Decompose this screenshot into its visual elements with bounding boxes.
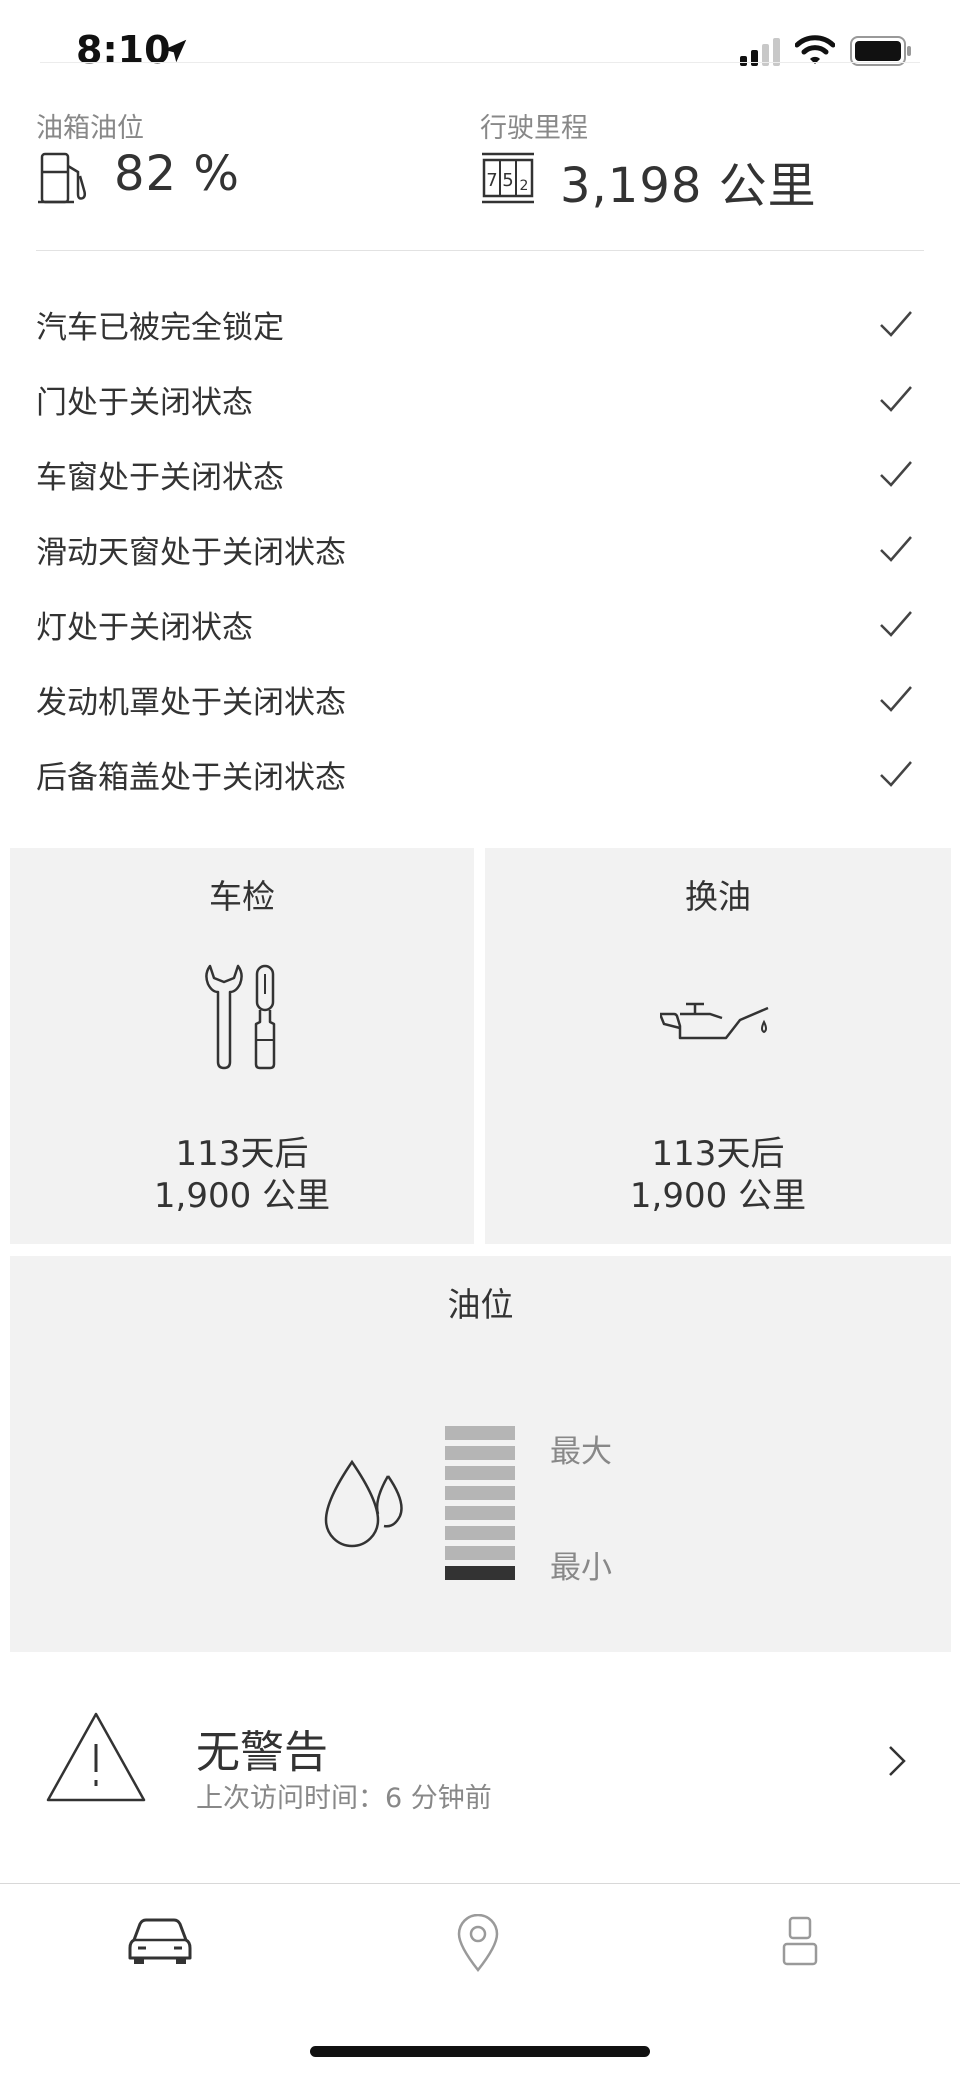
- warning-title: 无警告: [196, 1727, 328, 1778]
- chevron-right-icon: [889, 1746, 906, 1776]
- gauge-segment: [445, 1546, 515, 1560]
- status-item-doors: 门处于关闭状态: [36, 363, 924, 438]
- oil-min-label: 最小: [550, 1550, 612, 1586]
- status-text: 灯处于关闭状态: [36, 610, 253, 646]
- status-item-lights: 灯处于关闭状态: [36, 588, 924, 663]
- checkmark-icon: [880, 386, 912, 412]
- svg-text:7: 7: [486, 170, 497, 191]
- wrench-screwdriver-icon: [205, 964, 276, 1070]
- status-time: 8:10: [76, 28, 171, 72]
- mileage-label: 行驶里程: [480, 113, 588, 144]
- status-bar: 8:10: [0, 0, 960, 100]
- fuel-level-label: 油箱油位: [36, 113, 144, 144]
- status-text: 门处于关闭状态: [36, 385, 253, 421]
- svg-text:5: 5: [502, 170, 513, 191]
- svg-text:2: 2: [520, 178, 529, 194]
- oil-can-icon: [660, 1002, 769, 1040]
- status-item-sunroof: 滑动天窗处于关闭状态: [36, 513, 924, 588]
- checkmark-icon: [880, 686, 912, 712]
- status-text: 滑动天窗处于关闭状态: [36, 535, 346, 571]
- checkmark-icon: [880, 536, 912, 562]
- metrics-divider: [36, 250, 924, 251]
- mileage-value: 3,198 公里: [560, 158, 817, 214]
- profile-icon[interactable]: [780, 1914, 820, 1968]
- checkmark-icon: [880, 761, 912, 787]
- last-access-time: 上次访问时间：6 分钟前: [196, 1783, 492, 1814]
- status-item-trunk: 后备箱盖处于关闭状态: [36, 738, 924, 813]
- status-item-locked: 汽车已被完全锁定: [36, 288, 924, 363]
- location-pin-icon[interactable]: [455, 1914, 501, 1974]
- home-indicator: [310, 2046, 650, 2057]
- oil-change-title: 换油: [685, 877, 751, 916]
- status-text: 发动机罩处于关闭状态: [36, 685, 346, 721]
- header-divider: [40, 62, 920, 63]
- inspection-distance: 1,900 公里: [153, 1176, 331, 1216]
- oil-change-card[interactable]: 换油 113天后 1,900 公里: [485, 848, 951, 1244]
- status-item-hood: 发动机罩处于关闭状态: [36, 663, 924, 738]
- checkmark-icon: [880, 611, 912, 637]
- status-text: 后备箱盖处于关闭状态: [36, 760, 346, 796]
- checkmark-icon: [880, 311, 912, 337]
- oil-level-title: 油位: [447, 1285, 514, 1324]
- inspection-card[interactable]: 车检 113天后 1,900 公里: [10, 848, 474, 1244]
- inspection-title: 车检: [209, 877, 275, 916]
- status-item-windows: 车窗处于关闭状态: [36, 438, 924, 513]
- gauge-segment: [445, 1506, 515, 1520]
- oil-max-label: 最大: [550, 1434, 612, 1470]
- gauge-segment: [445, 1566, 515, 1580]
- fuel-pump-icon: [38, 152, 87, 204]
- gauge-segment: [445, 1526, 515, 1540]
- status-text: 汽车已被完全锁定: [36, 310, 284, 346]
- fuel-level-value: 82 %: [114, 146, 240, 202]
- gauge-segment: [445, 1426, 515, 1440]
- checkmark-icon: [880, 461, 912, 487]
- car-icon[interactable]: [128, 1914, 192, 1966]
- warning-triangle-icon: [46, 1712, 146, 1802]
- gauge-segment: [445, 1486, 515, 1500]
- warnings-row[interactable]: 无警告 上次访问时间：6 分钟前: [0, 1680, 960, 1840]
- status-text: 车窗处于关闭状态: [36, 460, 284, 496]
- oil-level-gauge: [445, 1426, 515, 1580]
- gauge-segment: [445, 1466, 515, 1480]
- oil-drops-icon: [324, 1459, 403, 1548]
- oil-level-card[interactable]: 油位 最大 最小: [10, 1256, 951, 1652]
- oil-change-distance: 1,900 公里: [629, 1176, 807, 1216]
- gauge-segment: [445, 1446, 515, 1460]
- odometer-icon: 7 5 2: [482, 152, 534, 204]
